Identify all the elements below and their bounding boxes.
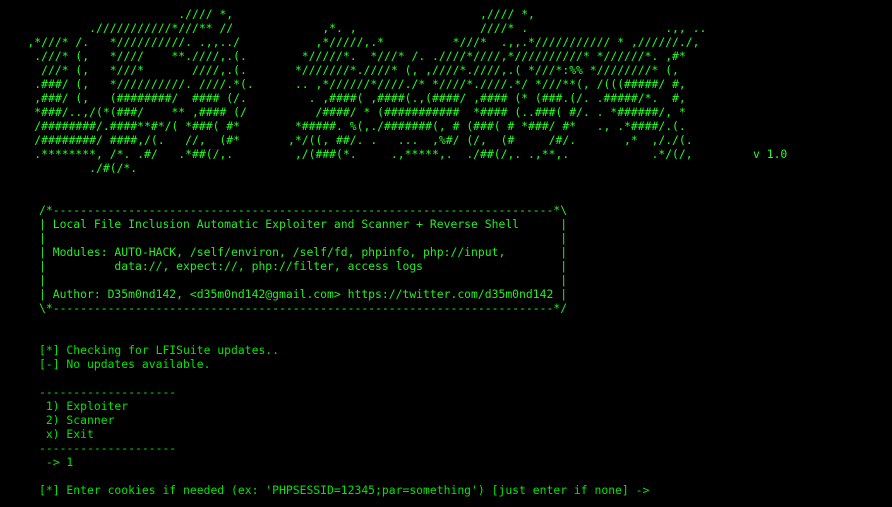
banner-line: .///* (, *//// **.////,.(. */////*. *///… bbox=[0, 49, 686, 63]
info-box-border-bottom: \*--------------------------------------… bbox=[39, 301, 568, 315]
menu-separator-top: -------------------- bbox=[39, 385, 177, 399]
version-label: v 1.0 bbox=[753, 147, 788, 161]
info-box-title: | Local File Inclusion Automatic Exploit… bbox=[39, 217, 568, 231]
menu-separator-bottom: -------------------- bbox=[39, 441, 177, 455]
menu-option-scanner: 2) Scanner bbox=[39, 413, 115, 427]
info-box-border-top: /*--------------------------------------… bbox=[39, 203, 568, 217]
banner-line: ///* (, *///* ////,.(. *///////*.////* (… bbox=[0, 63, 679, 77]
banner-line: ./#(/*. bbox=[0, 161, 138, 175]
terminal-window[interactable]: .//// *, ,//// *, .///////////*///** // … bbox=[0, 0, 892, 507]
banner-line: .###/ (, *//////////. ////.*(. .. ,*////… bbox=[0, 77, 686, 91]
banner-line: ,###/ (, (########/ #### (/. . ,####( ,#… bbox=[0, 91, 686, 105]
status-no-updates: [-] No updates available. bbox=[39, 357, 211, 371]
info-box-modules-cont: | data://, expect://, php://filter, acce… bbox=[39, 259, 568, 273]
cookie-prompt[interactable]: [*] Enter cookies if needed (ex: 'PHPSES… bbox=[39, 483, 649, 497]
banner-line: *###/..,/(*(###/ ** ,#### (/ /####/ * (#… bbox=[0, 105, 686, 119]
banner-line: .///////////*///** // ,*. , ////* . .,, … bbox=[0, 21, 707, 35]
info-box-modules: | Modules: AUTO-HACK, /self/environ, /se… bbox=[39, 245, 568, 259]
banner-line: /########/.####**#*/( *###( #* *#####. %… bbox=[0, 119, 686, 133]
info-box-spacer: | | bbox=[39, 231, 568, 245]
menu-selection-input: -> 1 bbox=[39, 455, 74, 469]
banner-line: /########/ ####,/(. //, (#* ,*/((, ##/. … bbox=[0, 133, 693, 147]
menu-option-exit: x) Exit bbox=[39, 427, 94, 441]
menu-option-exploiter: 1) Exploiter bbox=[39, 399, 129, 413]
status-checking-updates: [*] Checking for LFISuite updates.. bbox=[39, 343, 280, 357]
info-box-author: | Author: D35m0nd142, <d35m0nd142@gmail.… bbox=[39, 287, 568, 301]
banner-line: .//// *, ,//// *, bbox=[0, 7, 535, 21]
info-box-spacer: | | bbox=[39, 273, 568, 287]
banner-line: ,*///* /. *//////////. .,,../ ,*/////,.*… bbox=[0, 35, 700, 49]
banner-line: .********, /*. .#/ .*##(/,. ,/(###(*. .,… bbox=[0, 147, 693, 161]
